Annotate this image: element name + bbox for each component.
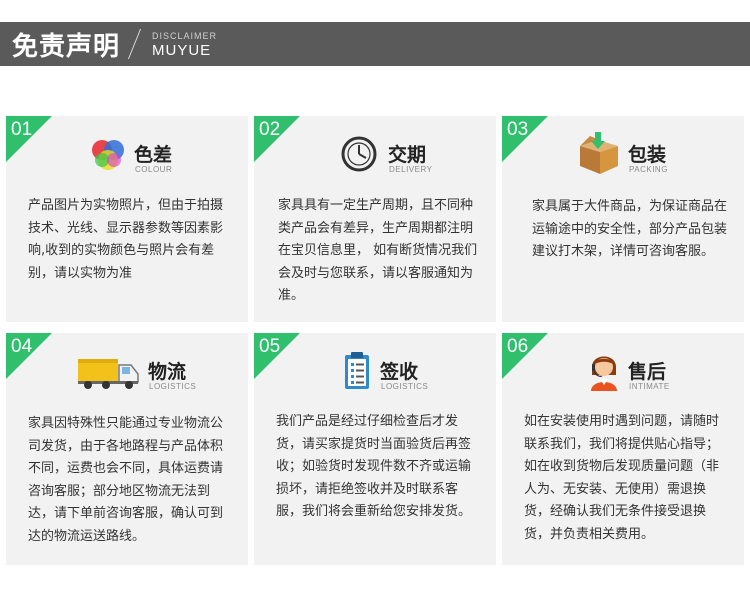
card-subtitle: INTIMATE bbox=[629, 382, 670, 391]
card-body: 如在安装使用时遇到问题，请随时联系我们，我们将提供贴心指导； 如在收到货物后发现… bbox=[524, 414, 720, 542]
box-icon bbox=[580, 132, 618, 174]
service-agent-icon bbox=[591, 356, 617, 391]
card-number: 01 bbox=[11, 119, 33, 140]
card-subtitle: COLOUR bbox=[135, 165, 173, 174]
card-number: 02 bbox=[259, 119, 281, 140]
card-title: 售后 bbox=[628, 361, 667, 383]
card-number: 03 bbox=[507, 119, 529, 140]
card-logistics: 04 物流 LOGISTICS 家具因特殊性只能通过专业物流公司发货，由于各地路… bbox=[6, 333, 248, 565]
card-body: 我们产品是经过仔细检查后才发货，请买家提货时当面验货后再签收；如验货时发现件数不… bbox=[276, 414, 472, 519]
card-title: 色差 bbox=[134, 144, 173, 166]
card-delivery: 02 交期 DELIVERY 家具具有一定生产周期，且不同种类产品会有差异，生产… bbox=[254, 116, 496, 322]
card-subtitle: LOGISTICS bbox=[381, 382, 429, 391]
card-body: 产品图片为实物照片，但由于拍摄技术、光线、显示器参数等因素影响,收到的实物颜色与… bbox=[28, 198, 224, 281]
card-body: 家具属于大件商品，为保证商品在运输途中的安全性，部分产品包装建议打木架，详情可咨… bbox=[532, 199, 728, 259]
title-divider bbox=[127, 29, 142, 59]
card-title: 物流 bbox=[148, 361, 187, 383]
card-number: 05 bbox=[259, 336, 281, 357]
color-circles-icon bbox=[92, 140, 124, 170]
subtitle-small: DISCLAIMER bbox=[152, 31, 218, 41]
card-colour: 01 色差 COLOUR 产品图片为实物照片，但由于拍摄技术、光线、显示器参数等… bbox=[6, 116, 248, 322]
card-subtitle: PACKING bbox=[629, 165, 668, 174]
card-title: 包装 bbox=[628, 144, 667, 166]
card-body: 家具具有一定生产周期，且不同种类产品会有差异，生产周期都注明在宝贝信息里， 如有… bbox=[278, 198, 478, 303]
subtitle-large: MUYUE bbox=[152, 42, 212, 59]
header-bar: 免责声明 DISCLAIMER MUYUE bbox=[0, 22, 750, 66]
card-title: 签收 bbox=[380, 361, 419, 383]
clipboard-icon bbox=[345, 352, 369, 389]
card-body: 家具因特殊性只能通过专业物流公司发货，由于各地路程与产品体积不同，运费也会不同，… bbox=[28, 416, 224, 544]
card-packing: 03 包装 PACKING 家具属于大件商品，为保证商品在运输途中的安全性，部分… bbox=[502, 116, 744, 322]
card-subtitle: LOGISTICS bbox=[149, 382, 197, 391]
card-signing: 05 签收 LOGISTICS 我们产品是经过仔细检查后才发货，请买家提货时当面… bbox=[254, 333, 496, 565]
card-number: 04 bbox=[11, 336, 33, 357]
card-after-sales: 06 售后 INTIMATE 如在安装使用时遇到问题，请随时联系我们，我们将提供… bbox=[502, 333, 744, 565]
card-number: 06 bbox=[507, 336, 529, 357]
page-title: 免责声明 bbox=[12, 32, 121, 62]
card-subtitle: DELIVERY bbox=[389, 165, 433, 174]
card-title: 交期 bbox=[388, 144, 427, 166]
clock-icon bbox=[341, 136, 377, 172]
truck-icon bbox=[78, 359, 139, 389]
